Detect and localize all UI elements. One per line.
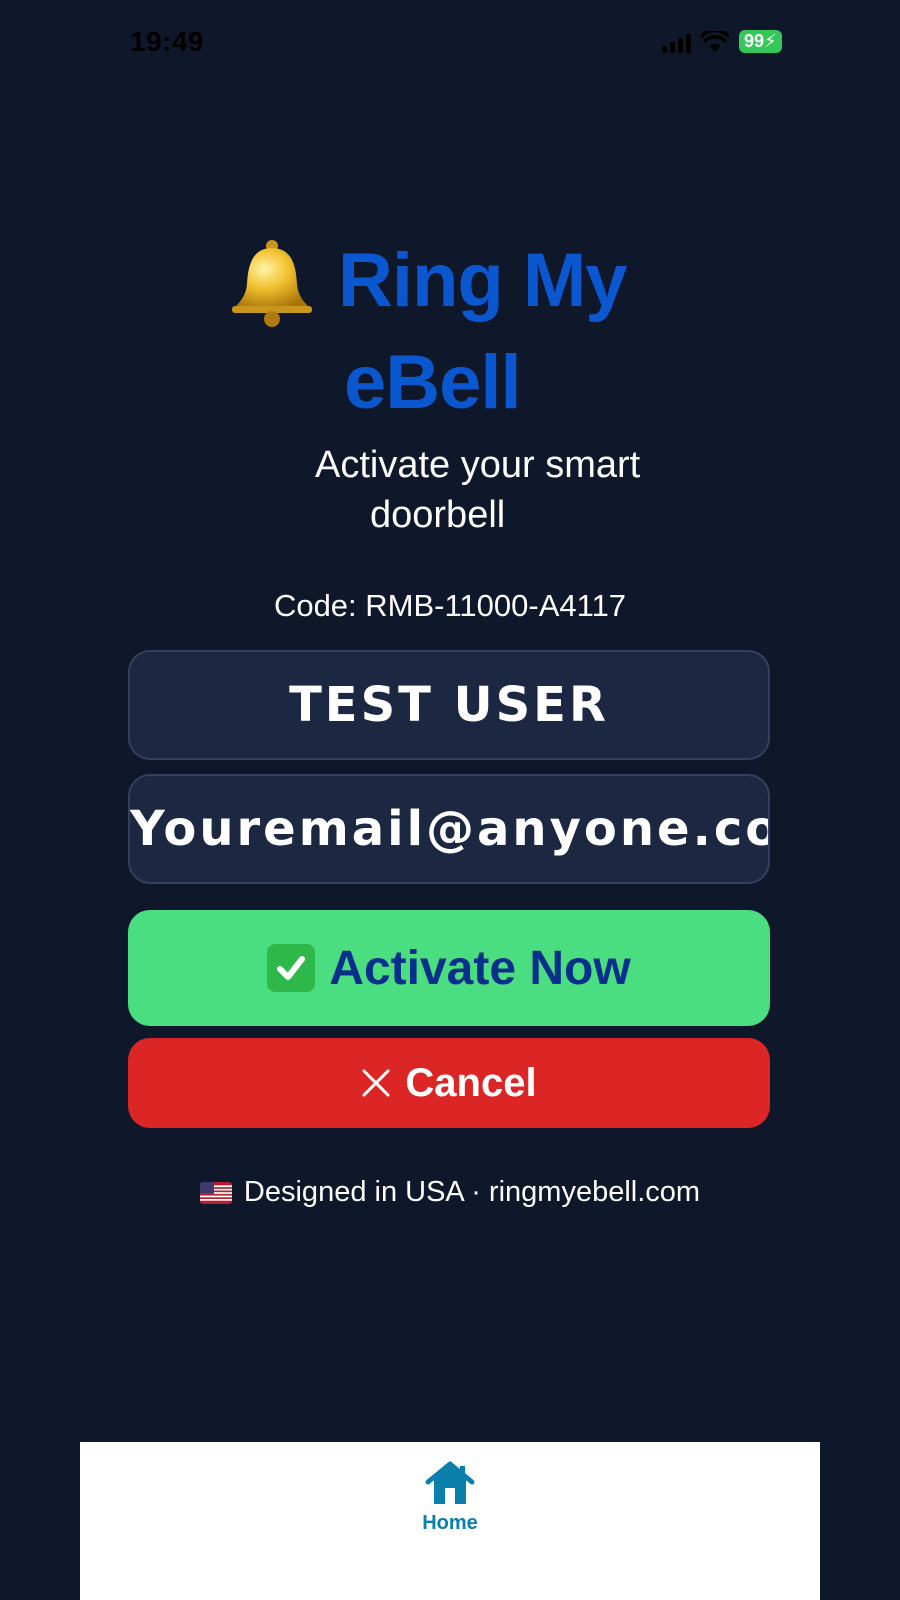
tab-home[interactable]: Home [80,1460,820,1535]
footer-text: Designed in USA · ringmyebell.com [243,1176,701,1208]
subtitle-line2: doorbell [370,494,506,536]
status-icons: 99⚡ [662,30,782,53]
name-field[interactable]: TEST USER [128,650,770,760]
bell-icon [232,240,312,327]
tab-home-label: Home [422,1512,478,1534]
home-icon [425,1461,475,1504]
brand-title-line1: Ring My [338,238,628,323]
subtitle: Activate your smart doorbell [300,440,700,540]
cancel-button[interactable]: Cancel [128,1038,770,1128]
activate-button[interactable]: Activate Now [128,910,770,1026]
cancel-button-label: Cancel [405,1060,537,1105]
check-box-icon [267,944,316,992]
activate-button-label: Activate Now [329,941,631,995]
tab-bar: Home [80,1442,820,1600]
battery-charging-icon: 99⚡ [739,30,782,53]
activation-screen: 19:49 99⚡ Ring My eBell Activate your sm… [0,0,900,1600]
activation-code: Code: RMB-11000-A4117 [273,588,627,623]
battery-level: 99 [744,31,765,51]
signal-icon [662,31,691,53]
brand-title-line2: eBell [344,340,522,425]
close-icon [362,1069,390,1097]
email-field[interactable]: Youremail@anyone.co [128,774,770,884]
subtitle-line1: Activate your smart [315,444,641,486]
us-flag-icon [199,1181,232,1204]
status-time: 19:49 [130,26,205,57]
footer: Designed in USA · ringmyebell.com [0,1176,900,1209]
wifi-icon [701,30,729,52]
